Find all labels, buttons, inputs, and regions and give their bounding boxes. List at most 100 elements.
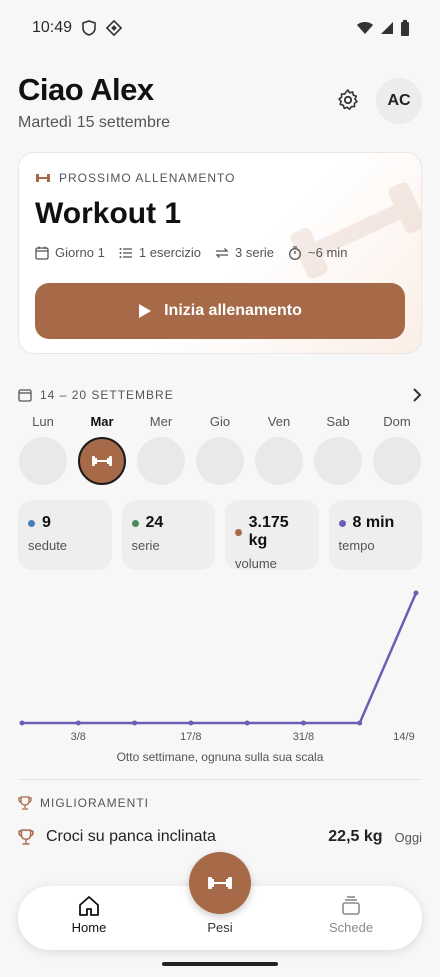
start-workout-label: Inizia allenamento xyxy=(164,302,302,319)
stat-label: serie xyxy=(131,538,160,553)
meta-exercises-text: 1 esercizio xyxy=(138,245,202,260)
day-label: Mer xyxy=(149,414,173,429)
chart-x-tick-label: 3/8 xyxy=(71,731,86,743)
stat-label: volume xyxy=(235,556,277,571)
header: Ciao Alex Martedì 15 settembre AC xyxy=(18,72,422,142)
calendar-icon xyxy=(35,246,49,260)
dumbbell-icon xyxy=(208,877,232,889)
workout-meta: Giorno 1 1 esercizio 3 serie ~6 min xyxy=(35,245,347,260)
calendar-icon xyxy=(18,389,32,402)
day-circle[interactable] xyxy=(314,437,362,485)
day-label: Ven xyxy=(267,414,291,429)
day-circle[interactable] xyxy=(19,437,67,485)
meta-exercises: 1 esercizio xyxy=(119,245,201,260)
stat-value-text: 24 xyxy=(145,514,164,531)
day-dom[interactable]: Dom xyxy=(368,414,426,485)
day-circle[interactable] xyxy=(196,437,244,485)
day-circle[interactable] xyxy=(78,437,126,485)
day-mar[interactable]: Mar xyxy=(73,414,131,485)
stat-value-text: 9 xyxy=(42,514,51,531)
chart-point xyxy=(300,720,306,726)
day-sab[interactable]: Sab xyxy=(309,414,367,485)
stat-value: 9 xyxy=(28,514,102,532)
improvement-row[interactable]: Croci su panca inclinata 22,5 kg Oggi xyxy=(18,828,422,846)
meta-duration-text: ~6 min xyxy=(308,245,348,260)
settings-button[interactable] xyxy=(334,86,362,114)
day-label: Sab xyxy=(326,414,350,429)
signal-icon xyxy=(381,22,393,34)
dumbbell-watermark-icon xyxy=(290,182,421,279)
stat-card-sedute: 9 sedute xyxy=(18,500,112,570)
stack-icon xyxy=(342,896,360,915)
avatar[interactable]: AC xyxy=(376,78,422,124)
chart-point xyxy=(19,720,25,726)
chart-point xyxy=(357,720,363,726)
week-days: Lun Mar Mer Gio Ven Sab Dom xyxy=(14,414,426,485)
stat-value: 24 xyxy=(131,514,206,532)
day-circle[interactable] xyxy=(137,437,185,485)
day-circle[interactable] xyxy=(255,437,303,485)
chart-x-tick-label: 31/8 xyxy=(293,731,314,743)
list-icon xyxy=(119,247,132,258)
card-label-text: PROSSIMO ALLENAMENTO xyxy=(59,171,236,185)
stat-dot xyxy=(28,519,35,527)
stat-card-serie: 24 serie xyxy=(121,500,215,570)
chart-point xyxy=(413,590,419,596)
day-label: Mar xyxy=(90,414,114,429)
sync-icon xyxy=(106,20,123,36)
stat-dot xyxy=(338,519,346,527)
improvement-value: 22,5 kg xyxy=(328,828,383,845)
meta-sets-text: 3 serie xyxy=(235,245,275,260)
trophy-icon xyxy=(18,796,32,810)
stat-value-text: 8 min xyxy=(352,514,395,531)
day-mer[interactable]: Mer xyxy=(132,414,190,485)
stat-value: 8 min xyxy=(338,514,413,532)
chevron-right-icon[interactable] xyxy=(412,388,422,402)
workout-title: Workout 1 xyxy=(35,197,182,230)
stat-value-text: 3.175 kg xyxy=(248,514,289,549)
week-range: 14 – 20 SETTEMBRE xyxy=(40,388,174,402)
day-label: Dom xyxy=(383,414,411,429)
chart-point xyxy=(188,720,194,726)
stats-row: 9 sedute 24 serie 3.175 kg volume 8 min tempo xyxy=(18,500,422,571)
chart-series-line xyxy=(22,592,418,725)
status-bar: 10:49 xyxy=(0,0,440,56)
chart-point xyxy=(75,720,81,726)
battery-icon xyxy=(401,20,409,36)
meta-day-text: Giorno 1 xyxy=(55,245,105,260)
meta-sets: 3 serie xyxy=(215,245,274,260)
dumbbell-icon xyxy=(92,456,112,466)
stat-label: tempo xyxy=(338,538,375,553)
improvements-header: MIGLIORAMENTI xyxy=(18,796,149,810)
chart-point xyxy=(244,720,250,726)
wifi-icon xyxy=(357,22,373,34)
day-lun[interactable]: Lun xyxy=(14,414,72,485)
start-workout-button[interactable]: Inizia allenamento xyxy=(35,283,405,339)
chart-x-tick-label: 17/8 xyxy=(180,731,201,743)
day-gio[interactable]: Gio xyxy=(191,414,249,485)
improvement-date: Oggi xyxy=(394,829,422,845)
gear-icon xyxy=(338,89,358,110)
day-label: Gio xyxy=(209,414,231,429)
day-label: Lun xyxy=(32,414,54,429)
weights-fab[interactable] xyxy=(189,852,251,914)
stat-card-volume: 3.175 kg volume xyxy=(225,500,319,571)
dumbbell-icon xyxy=(36,174,50,182)
divider xyxy=(18,779,422,780)
stat-dot xyxy=(235,528,242,536)
stat-card-tempo: 8 min tempo xyxy=(328,500,422,570)
day-ven[interactable]: Ven xyxy=(250,414,308,485)
week-header: 14 – 20 SETTEMBRE xyxy=(18,384,422,406)
next-workout-card[interactable]: PROSSIMO ALLENAMENTO Workout 1 Giorno 1 … xyxy=(18,152,422,354)
meta-day: Giorno 1 xyxy=(35,245,105,260)
stat-label: sedute xyxy=(28,538,68,553)
home-indicator xyxy=(162,962,278,966)
trophy-icon xyxy=(18,829,34,845)
day-circle[interactable] xyxy=(373,437,421,485)
repeat-icon xyxy=(215,247,229,258)
chart-caption: Otto settimane, ognuna sulla sua scala xyxy=(116,750,324,764)
play-icon xyxy=(139,304,152,318)
stat-value: 3.175 kg xyxy=(235,514,309,550)
shield-icon xyxy=(82,20,96,36)
chart-point xyxy=(132,720,138,726)
